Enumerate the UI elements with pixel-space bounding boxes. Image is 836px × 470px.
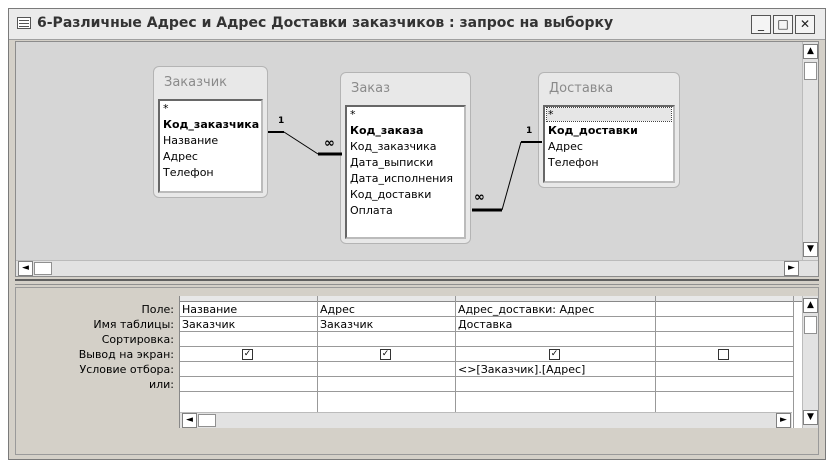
minimize-button[interactable]: _ <box>751 15 771 34</box>
criteria-cell[interactable] <box>180 362 317 377</box>
relation-one-label: 1 <box>278 116 285 126</box>
scroll-right-button[interactable]: ► <box>784 261 799 276</box>
show-cell <box>656 347 793 362</box>
scroll-down-button[interactable]: ▼ <box>803 242 818 257</box>
or-cell[interactable] <box>456 377 655 392</box>
pane-splitter[interactable] <box>15 279 819 285</box>
maximize-button[interactable]: □ <box>773 15 793 34</box>
scroll-thumb[interactable] <box>804 316 817 334</box>
field-cell[interactable] <box>656 302 793 317</box>
show-checkbox[interactable] <box>718 349 729 360</box>
query-icon <box>17 17 31 29</box>
show-cell: ✓ <box>180 347 317 362</box>
row-label-or: или: <box>148 378 174 391</box>
sort-cell[interactable] <box>180 332 317 347</box>
query-window: 6-Различные Адрес и Адрес Доставки заказ… <box>8 8 826 460</box>
show-checkbox[interactable]: ✓ <box>242 349 253 360</box>
relationship-lines <box>268 131 542 212</box>
row-label-sort: Сортировка: <box>101 333 174 346</box>
table-cell[interactable]: Доставка <box>456 317 655 332</box>
sort-cell[interactable] <box>456 332 655 347</box>
table-cell[interactable] <box>656 317 793 332</box>
row-label-table: Имя таблицы: <box>93 318 174 331</box>
relation-many-label: ∞ <box>474 190 485 205</box>
close-button[interactable]: ✕ <box>795 15 815 34</box>
horizontal-scrollbar[interactable]: ◄ ► <box>16 260 818 276</box>
or-cell[interactable] <box>180 377 317 392</box>
relation-one-label: 1 <box>526 126 533 136</box>
field-cell[interactable]: Название <box>180 302 317 317</box>
relation-many-label: ∞ <box>324 136 335 151</box>
scroll-thumb[interactable] <box>804 62 817 80</box>
scroll-up-button[interactable]: ▲ <box>803 44 818 59</box>
show-cell: ✓ <box>456 347 655 362</box>
table-cell[interactable]: Заказчик <box>180 317 317 332</box>
grid-column[interactable]: Название Заказчик ✓ <box>180 296 318 428</box>
row-label-field: Поле: <box>141 303 174 316</box>
scroll-thumb[interactable] <box>34 262 52 275</box>
grid-horizontal-scrollbar[interactable]: ◄ ► <box>180 412 792 428</box>
scroll-thumb[interactable] <box>198 414 216 427</box>
grid-column[interactable]: Адрес_доставки: Адрес Доставка ✓ <>[Зака… <box>456 296 656 428</box>
scroll-right-button[interactable]: ► <box>776 413 791 428</box>
query-grid[interactable]: Название Заказчик ✓ Адрес Заказчик ✓ Адр… <box>179 296 808 428</box>
or-cell[interactable] <box>318 377 455 392</box>
grid-column[interactable] <box>656 296 794 428</box>
scroll-up-button[interactable]: ▲ <box>803 298 818 313</box>
grid-vertical-scrollbar[interactable]: ▲ ▼ <box>802 296 818 428</box>
criteria-cell[interactable]: <>[Заказчик].[Адрес] <box>456 362 655 377</box>
scroll-left-button[interactable]: ◄ <box>18 261 33 276</box>
sort-cell[interactable] <box>656 332 793 347</box>
or-cell[interactable] <box>656 377 793 392</box>
table-cell[interactable]: Заказчик <box>318 317 455 332</box>
show-checkbox[interactable]: ✓ <box>549 349 560 360</box>
criteria-cell[interactable] <box>318 362 455 377</box>
row-label-show: Вывод на экран: <box>78 348 174 361</box>
row-label-criteria: Условие отбора: <box>79 363 175 376</box>
show-cell: ✓ <box>318 347 455 362</box>
title-bar[interactable]: 6-Различные Адрес и Адрес Доставки заказ… <box>9 9 825 40</box>
vertical-scrollbar[interactable]: ▲ ▼ <box>802 42 818 260</box>
criteria-cell[interactable] <box>656 362 793 377</box>
grid-column[interactable]: Адрес Заказчик ✓ <box>318 296 456 428</box>
window-title: 6-Различные Адрес и Адрес Доставки заказ… <box>37 15 614 31</box>
design-grid-pane[interactable]: Поле: Имя таблицы: Сортировка: Вывод на … <box>15 287 819 455</box>
scroll-down-button[interactable]: ▼ <box>803 410 818 425</box>
show-checkbox[interactable]: ✓ <box>380 349 391 360</box>
table-pane[interactable]: Заказчик * Код_заказчика Название Адрес … <box>15 41 819 277</box>
field-cell[interactable]: Адрес <box>318 302 455 317</box>
scroll-left-button[interactable]: ◄ <box>182 413 197 428</box>
sort-cell[interactable] <box>318 332 455 347</box>
field-cell[interactable]: Адрес_доставки: Адрес <box>456 302 655 317</box>
